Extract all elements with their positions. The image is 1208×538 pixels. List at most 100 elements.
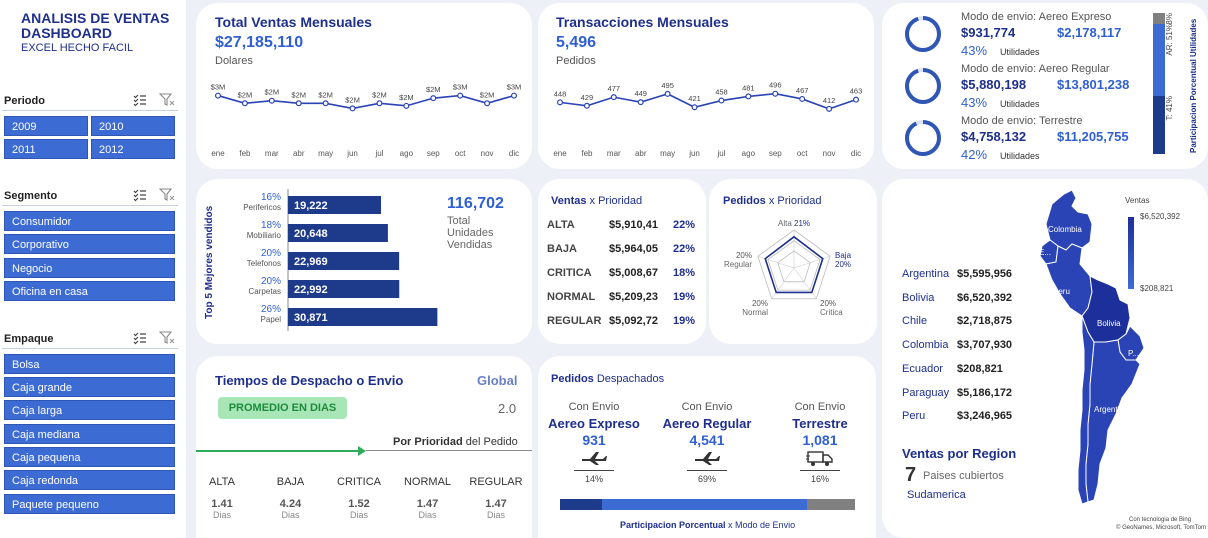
map-colombia[interactable] (1045, 189, 1093, 251)
country-name: Argentina (902, 268, 950, 280)
kpi-value: $27,185,110 (215, 34, 304, 51)
clear-filter-icon[interactable] (159, 93, 175, 107)
country-count: 7 (905, 464, 917, 486)
multiselect-icon[interactable] (133, 93, 147, 107)
country-value: $3,707,930 (957, 339, 1013, 352)
donut-chart (905, 16, 941, 52)
envio-share-title: Participacion Porcentual Utilidades (1189, 18, 1198, 153)
filter-empaque-caja-grande[interactable]: Caja grande (4, 377, 175, 397)
modo-pct: 69% (697, 474, 716, 484)
radar-spoke (793, 255, 831, 269)
clear-filter-icon[interactable] (159, 331, 175, 345)
prioridad-value: $5,964,05 (609, 243, 658, 255)
bar-label: 20,648 (294, 228, 328, 240)
total-units-label: Total Unidades Vendidas (447, 215, 494, 251)
filter-segmento-corporativo[interactable]: Corporativo (4, 234, 175, 254)
data-label: $2M (318, 90, 333, 99)
x-tick-label: jul (716, 149, 725, 158)
modo-rule (687, 470, 727, 471)
filter-segmento-oficina[interactable]: Oficina en casa (4, 281, 175, 301)
x-tick-label: ago (742, 149, 756, 158)
filter-periodo-2011[interactable]: 2011 (4, 139, 88, 159)
filter-empaque-caja-redonda[interactable]: Caja redonda (4, 470, 175, 490)
prioridad-pct: 19% (673, 315, 696, 327)
data-label: 429 (581, 93, 594, 102)
data-point (664, 90, 671, 97)
filter-segmento-negocio[interactable]: Negocio (4, 258, 175, 278)
filter-periodo-2009[interactable]: 2009 (4, 116, 88, 136)
donut-chart (905, 120, 941, 156)
modo-pct: 14% (584, 474, 603, 484)
map-argentina[interactable] (1085, 339, 1141, 503)
data-point (853, 96, 860, 103)
data-label: $2M (238, 90, 253, 99)
data-label: 458 (715, 88, 728, 97)
region-area: Sudamerica (907, 489, 966, 501)
filter-empaque-caja-larga[interactable]: Caja larga (4, 400, 175, 420)
data-label: 496 (769, 81, 782, 90)
country-name: Paraguay (902, 386, 950, 399)
filter-segmento-consumidor[interactable]: Consumidor (4, 211, 175, 231)
x-tick-label: abr (293, 149, 305, 158)
x-tick-label: ago (400, 149, 414, 158)
prioridad-name: ALTA (547, 219, 575, 231)
prioridad-table: ALTA $5,910,41 22% BAJA $5,964,05 22% CRITICA $… (547, 219, 707, 339)
modo-value: 1,081 (802, 432, 838, 448)
envio-pct: 42% (961, 147, 988, 162)
despacho-name: REGULAR (469, 476, 523, 488)
data-point (376, 100, 383, 107)
radar-label: 20% Critica (820, 299, 843, 317)
filter-empaque-caja-pequena[interactable]: Caja pequena (4, 447, 175, 467)
data-label: $2M (291, 90, 306, 99)
prioridad-value: $5,209,23 (609, 291, 658, 303)
data-label: 421 (688, 94, 701, 103)
data-label: 448 (554, 89, 567, 98)
x-tick-label: feb (239, 149, 251, 158)
transacciones-line-chart: 448 ene 429 feb 477 mar 449 abr 495 may 421 jun 458 j… (553, 81, 862, 158)
envio-row: Modo de envio: Terrestre $4,758,132 $11,20… (882, 115, 1152, 165)
prioridad-row: REGULAR $5,092,72 19% (547, 315, 707, 335)
data-point (745, 93, 752, 100)
slicer-tools (133, 331, 175, 345)
legend-max: $6,520,392 (1140, 212, 1181, 221)
share-segment-label: AR: 51% (1160, 24, 1178, 96)
data-label: 467 (796, 86, 809, 95)
card-title: Tiempos de Despacho o Envio (215, 373, 404, 388)
card-title: Total Ventas Mensuales (215, 14, 372, 30)
category-label: Perifericos (243, 203, 281, 212)
clear-filter-icon[interactable] (159, 188, 175, 202)
filter-periodo-2010[interactable]: 2010 (91, 116, 175, 136)
modo-rule (800, 470, 840, 471)
envio-pct: 43% (961, 95, 988, 110)
data-label: 481 (742, 83, 755, 92)
card-title: Transacciones Mensuales (556, 14, 729, 30)
slicer-tools (133, 188, 175, 202)
x-tick-label: mar (265, 149, 279, 158)
country-value: $5,595,956 (957, 268, 1013, 280)
envio-share-labels: AE: 8%AR: 51% T: 41% (1160, 13, 1178, 154)
modo-rule (574, 470, 614, 471)
multiselect-icon[interactable] (133, 331, 147, 345)
filter-empaque-caja-mediana[interactable]: Caja mediana (4, 424, 175, 444)
data-point (691, 104, 698, 111)
share-bar-segment (601, 499, 808, 510)
multiselect-icon[interactable] (133, 188, 147, 202)
prioridad-row: NORMAL $5,209,23 19% (547, 291, 707, 311)
country-name: Bolivia (902, 291, 935, 304)
filter-empaque-paquete-pequeno[interactable]: Paquete pequeno (4, 494, 175, 514)
radar-label: Alta 21% (778, 219, 810, 228)
filter-empaque-bolsa[interactable]: Bolsa (4, 354, 175, 374)
filter-periodo-2012[interactable]: 2012 (91, 139, 175, 159)
map-credit-bing: Con tecnologia de Bing (1129, 517, 1192, 523)
legend-title: Ventas (1125, 196, 1150, 205)
envio-pct: 43% (961, 43, 988, 58)
despacho-item: BAJA 4.24 Dias (261, 476, 321, 520)
prioridad-value: $5,008,67 (609, 267, 658, 279)
map-label-ecuador: E... (1039, 248, 1052, 257)
envio-utilidad: $11,205,755 (1057, 129, 1129, 144)
prioridad-name: REGULAR (547, 315, 602, 327)
category-pct: 26% (261, 304, 281, 315)
country-name: Chile (902, 315, 928, 328)
country-count-label: Paises cubiertos (923, 470, 1004, 482)
share-label-text: T: 41% (1164, 96, 1174, 121)
